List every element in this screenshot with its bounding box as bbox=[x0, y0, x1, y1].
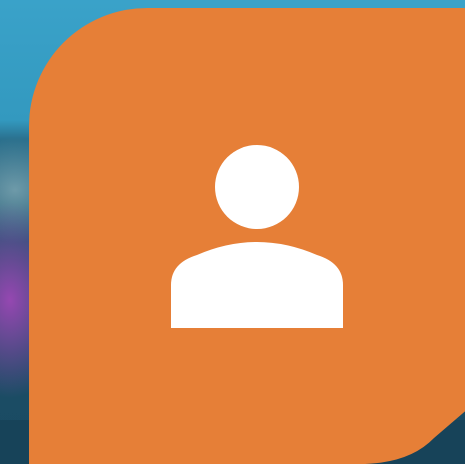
user-head-shape bbox=[215, 145, 299, 229]
user-body-shape bbox=[171, 242, 343, 328]
user-account-icon bbox=[171, 145, 343, 328]
screen bbox=[0, 0, 465, 464]
user-account-tile[interactable] bbox=[29, 8, 465, 464]
